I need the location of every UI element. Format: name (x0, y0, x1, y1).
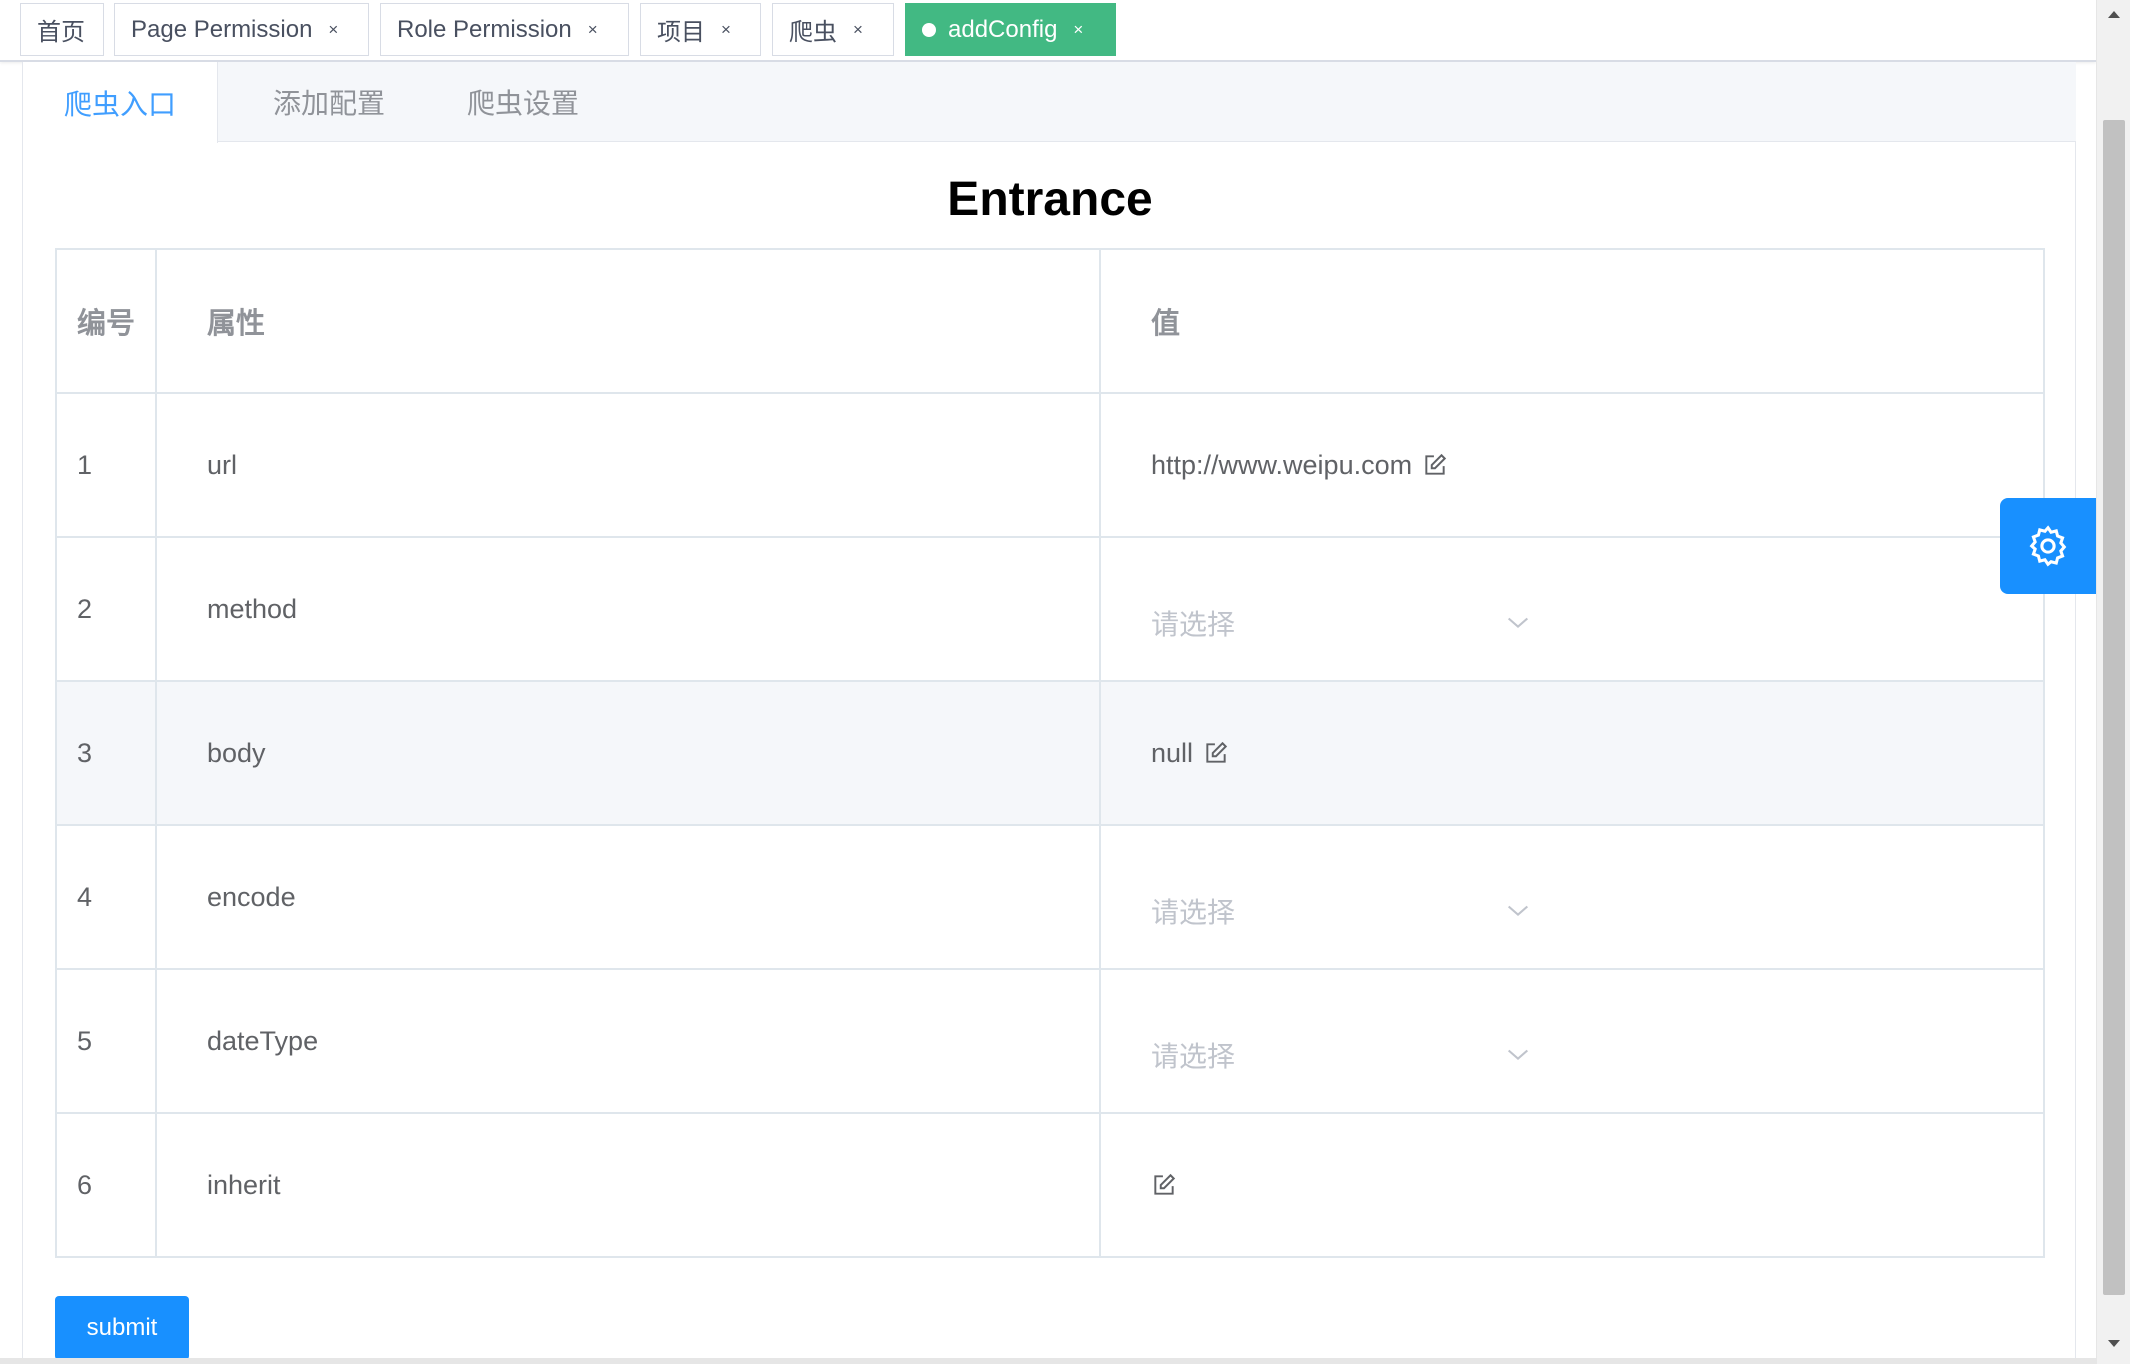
row-value: 请选择 (1101, 826, 2045, 968)
select-placeholder: 请选择 (1151, 1041, 1236, 1072)
tab-label: 爬虫入口 (63, 88, 176, 120)
tag-home[interactable]: 首页 (20, 3, 104, 56)
close-icon[interactable]: × (721, 20, 731, 40)
tag-label: addConfig (948, 15, 1058, 43)
row-number: 3 (57, 682, 157, 824)
row-number: 4 (57, 826, 157, 968)
header-number: 编号 (57, 250, 157, 392)
header-property: 属性 (157, 250, 1101, 392)
edit-icon[interactable] (1151, 1172, 1177, 1198)
row-value: http://www.weipu.com (1101, 394, 2045, 536)
tab-add-config[interactable]: 添加配置 (239, 62, 419, 142)
content-card: 爬虫入口 添加配置 爬虫设置 Entrance 编号 属性 值 1 url ht… (22, 62, 2076, 1364)
table-row: 2 method 请选择 (57, 538, 2045, 682)
tag-label: 首页 (37, 19, 85, 46)
vertical-scrollbar[interactable] (2096, 0, 2130, 1364)
table-row: 4 encode 请选择 (57, 826, 2045, 970)
tab-label: 爬虫设置 (466, 88, 579, 119)
gear-icon (2029, 525, 2067, 567)
encode-select[interactable]: 请选择 (1151, 881, 1541, 941)
row-value: 请选择 (1101, 970, 2045, 1112)
tab-crawler-settings[interactable]: 爬虫设置 (433, 62, 613, 142)
row-property: method (157, 538, 1101, 680)
close-icon[interactable]: × (1073, 20, 1083, 40)
row-value: null (1101, 682, 2045, 824)
select-placeholder: 请选择 (1151, 897, 1236, 928)
table-row: 6 inherit (57, 1114, 2045, 1258)
tag-label: Role Permission (397, 15, 572, 43)
row-number: 1 (57, 394, 157, 536)
row-value: 请选择 (1101, 538, 2045, 680)
row-property: dateType (157, 970, 1101, 1112)
row-property: url (157, 394, 1101, 536)
scroll-up-arrow[interactable] (2097, 0, 2130, 28)
datetype-select[interactable]: 请选择 (1151, 1025, 1541, 1085)
row-property: body (157, 682, 1101, 824)
chevron-down-icon (1507, 905, 1529, 917)
tag-label: 项目 (657, 19, 705, 46)
row-number: 6 (57, 1114, 157, 1256)
tabs-header: 爬虫入口 添加配置 爬虫设置 (22, 62, 2076, 143)
row-property: encode (157, 826, 1101, 968)
close-icon[interactable]: × (853, 20, 863, 40)
header-value: 值 (1101, 250, 2045, 392)
table-row: 5 dateType 请选择 (57, 970, 2045, 1114)
row-value (1101, 1114, 2045, 1256)
tags-view-bar: 首页 Page Permission × Role Permission × 项… (0, 0, 2096, 62)
scroll-down-arrow[interactable] (2097, 1330, 2130, 1358)
row-number: 2 (57, 538, 157, 680)
value-text: null (1151, 737, 1194, 768)
value-text: http://www.weipu.com (1151, 449, 1413, 480)
row-property: inherit (157, 1114, 1101, 1256)
submit-button[interactable]: submit (55, 1296, 189, 1360)
tag-page-permission[interactable]: Page Permission × (114, 3, 369, 56)
tag-project[interactable]: 项目 × (640, 3, 761, 56)
edit-icon[interactable] (1422, 452, 1448, 478)
tag-label: Page Permission (131, 15, 313, 43)
table-row: 3 body null (57, 682, 2045, 826)
tab-crawler-entrance[interactable]: 爬虫入口 (22, 62, 218, 143)
active-dot-icon (922, 22, 936, 37)
tag-addconfig[interactable]: addConfig × (905, 3, 1116, 56)
row-number: 5 (57, 970, 157, 1112)
table-header-row: 编号 属性 值 (57, 250, 2045, 394)
page-title: Entrance (947, 173, 1153, 226)
chevron-down-icon (1507, 1049, 1529, 1061)
settings-button[interactable] (2000, 498, 2096, 594)
edit-icon[interactable] (1203, 740, 1229, 766)
tag-role-permission[interactable]: Role Permission × (380, 3, 629, 56)
table-row: 1 url http://www.weipu.com (57, 394, 2045, 538)
chevron-down-icon (1507, 617, 1529, 629)
close-icon[interactable]: × (328, 20, 338, 40)
horizontal-divider (0, 1358, 2096, 1364)
tag-crawler[interactable]: 爬虫 × (772, 3, 894, 56)
close-icon[interactable]: × (588, 20, 598, 40)
select-placeholder: 请选择 (1151, 609, 1236, 640)
scroll-thumb[interactable] (2103, 120, 2125, 1295)
method-select[interactable]: 请选择 (1151, 593, 1541, 653)
tab-label: 添加配置 (272, 88, 385, 119)
config-table: 编号 属性 值 1 url http://www.weipu.com 2 met… (55, 248, 2045, 1258)
tag-label: 爬虫 (789, 19, 837, 46)
